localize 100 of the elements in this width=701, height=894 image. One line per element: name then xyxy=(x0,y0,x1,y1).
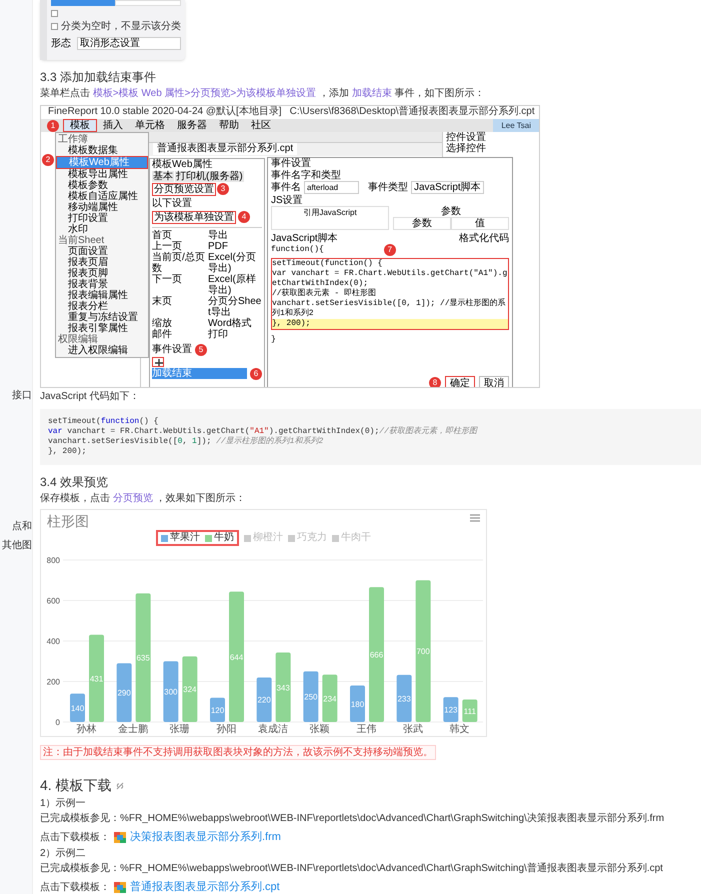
menu-item[interactable]: 进入权限编辑 xyxy=(56,344,148,356)
download-link[interactable]: 决策报表图表显示部分系列.frm xyxy=(130,831,281,844)
menu-item[interactable]: 帮助 xyxy=(213,120,245,131)
menu-item[interactable]: 模板参数 xyxy=(56,180,148,191)
field-label: 事件名 xyxy=(271,182,301,193)
toolbar-option[interactable]: 当前页/总页数 xyxy=(152,252,206,274)
link[interactable]: 分页预览 xyxy=(112,493,153,504)
menu-item[interactable]: 单元格 xyxy=(129,120,171,131)
event-type-select[interactable]: JavaScript脚本 xyxy=(411,180,484,194)
menu-item[interactable]: 报表分栏 xyxy=(56,300,148,312)
menu-item[interactable]: 报表页眉 xyxy=(56,256,148,268)
download-link[interactable]: 普通报表图表显示部分系列.cpt xyxy=(130,881,280,894)
section-label: 事件名字和类型 xyxy=(271,170,342,181)
menu-item[interactable]: 报表编辑属性 xyxy=(56,290,148,301)
checkbox[interactable] xyxy=(51,23,58,30)
menu-item[interactable]: 移动端属性 xyxy=(56,202,148,213)
tab[interactable]: 分页预览设置 xyxy=(152,182,216,196)
menu-section-label: 权限编辑 xyxy=(57,334,99,345)
section-heading: 3.3 添加加载结束事件 xyxy=(40,70,158,85)
menu-item[interactable]: 报表页脚 xyxy=(56,268,148,279)
file-icon xyxy=(114,832,126,843)
field-label: 形态 xyxy=(51,38,71,49)
file-tab[interactable]: 普通报表图表显示部分系列.cpt xyxy=(153,143,298,156)
code-editor[interactable]: setTimeout(function() { var vanchart = FR.Chart.WebUtils.getChart("A1").getChartWithIndex(0); //获取图表元素 - 即柱形图 vanchart.setSeriesVisible([0, 1]); //显示柱形图的系列1和系列2 }, 200); xyxy=(271,258,509,330)
toolbar-option[interactable]: 打印 xyxy=(208,328,262,340)
code-line: } xyxy=(271,334,277,345)
section-heading: 4. 模板下载 xyxy=(40,777,112,794)
download-label: 点击下载模板： xyxy=(40,831,110,844)
legend-item[interactable]: 苹果汁 xyxy=(161,532,200,544)
menu-icon[interactable] xyxy=(470,514,480,522)
data-label: 140 xyxy=(70,704,84,713)
link[interactable]: 加载结束 xyxy=(352,88,392,99)
file-icon xyxy=(114,882,126,893)
add-icon[interactable] xyxy=(152,356,164,367)
instruction-text: 保存模板，点击 分页预览 ，效果如下图所示： xyxy=(40,492,247,506)
tab[interactable]: 打印机(服务器) xyxy=(175,170,244,182)
data-label: 644 xyxy=(230,652,244,662)
y-tick-label: 0 xyxy=(56,718,60,727)
toolbar-option[interactable]: 邮件 xyxy=(152,328,206,340)
link-icon[interactable] xyxy=(116,782,124,790)
toolbar-option[interactable]: 首页 xyxy=(152,230,206,241)
code-line: setTimeout(function() { xyxy=(272,258,384,269)
toolbar-option[interactable]: Word格式 xyxy=(208,318,262,329)
format-code-button[interactable]: 格式化代码 xyxy=(459,232,509,244)
toolbar-option[interactable]: 下一页 xyxy=(152,274,206,296)
bar xyxy=(70,694,85,722)
menu-item[interactable]: 水印 xyxy=(56,224,148,235)
section-label: 事件设置 xyxy=(152,344,192,356)
step-badge: 6 xyxy=(250,368,262,380)
y-tick-label: 600 xyxy=(46,596,60,606)
toolbar-option[interactable]: 末页 xyxy=(152,296,206,318)
body-text: JavaScript 代码如下： xyxy=(40,390,140,403)
menu-item[interactable]: 报表引擎属性 xyxy=(56,322,148,334)
menu-item[interactable]: 重复与冻结设置 xyxy=(56,312,148,323)
menu-section-label: 工作簿 xyxy=(57,134,88,145)
data-label: 123 xyxy=(444,706,458,715)
example-label: 2）示例二 xyxy=(40,847,87,860)
toolbar-option[interactable]: 导出 xyxy=(208,230,262,241)
toolbar-option[interactable]: 分页分Sheet导出 xyxy=(208,296,262,318)
panel-title: 控件设置 xyxy=(446,132,487,143)
data-label: 234 xyxy=(323,694,337,704)
toolbar-option[interactable]: PDF xyxy=(208,240,262,252)
event-name-field[interactable]: afterload xyxy=(304,180,359,194)
user-name: Lee Tsai xyxy=(493,118,539,132)
menu-item[interactable]: 模板数据集 xyxy=(56,144,148,156)
file-path: C:\Users\f8368\Desktop\普通报表图表显示部分系列.cpt xyxy=(290,106,535,118)
menu-item[interactable]: 报表背景 xyxy=(56,278,148,290)
form-select[interactable]: 取消形态设置 xyxy=(77,37,181,50)
section-label: JavaScript脚本 xyxy=(271,232,338,244)
legend-swatch xyxy=(288,534,295,542)
menu-item[interactable]: 页面设置 xyxy=(56,246,148,257)
toolbar-option[interactable]: Excel(原样导出) xyxy=(208,274,262,296)
warning-note: 注：由于加载结束事件不支持调用获取图表块对象的方法，故该示例不支持移动端预览。 xyxy=(40,745,436,760)
toolbar-option[interactable]: 缩放 xyxy=(152,318,206,329)
link[interactable]: 模板>模板 Web 属性>分页预览>为该模板单独设置 xyxy=(92,88,316,99)
legend-item[interactable]: 牛奶 xyxy=(205,532,234,544)
menu-item[interactable]: 社区 xyxy=(245,120,277,131)
section-label: 参数 xyxy=(440,206,462,217)
checkbox[interactable] xyxy=(51,10,58,17)
data-label: 300 xyxy=(164,688,178,697)
menu-item[interactable]: 模板 xyxy=(63,118,97,132)
bar xyxy=(276,652,291,722)
menu-item[interactable]: 打印设置 xyxy=(56,212,148,224)
instruction-text: 菜单栏点击 模板>模板 Web 属性>分页预览>为该模板单独设置 ，添加 加载结束 事件，如下图所示： xyxy=(40,86,486,101)
setting-select[interactable]: 为该模板单独设置 xyxy=(152,210,236,224)
data-label: 250 xyxy=(304,692,318,702)
dialog-button[interactable]: 取消 xyxy=(479,376,509,387)
column-header: 参数 xyxy=(393,216,451,230)
toolbar-option[interactable]: Excel(分页导出) xyxy=(208,252,262,274)
data-label: 290 xyxy=(117,688,131,698)
menu-item[interactable]: 模板导出属性 xyxy=(56,168,148,180)
toolbar-option[interactable]: 上一页 xyxy=(152,240,206,252)
x-tick-label: 袁成洁 xyxy=(258,724,288,735)
bar xyxy=(210,698,225,722)
code-line: vanchart.setSeriesVisible([0, 1]); //显示柱形图的系列1和系列2 xyxy=(272,298,507,319)
menu-item[interactable]: 服务器 xyxy=(171,120,213,131)
menu-item[interactable]: 插入 xyxy=(97,120,129,131)
tab[interactable]: 基本 xyxy=(152,170,174,182)
dialog-button[interactable]: 确定 xyxy=(445,376,475,387)
menu-item[interactable]: 模板自适应属性 xyxy=(56,190,148,202)
